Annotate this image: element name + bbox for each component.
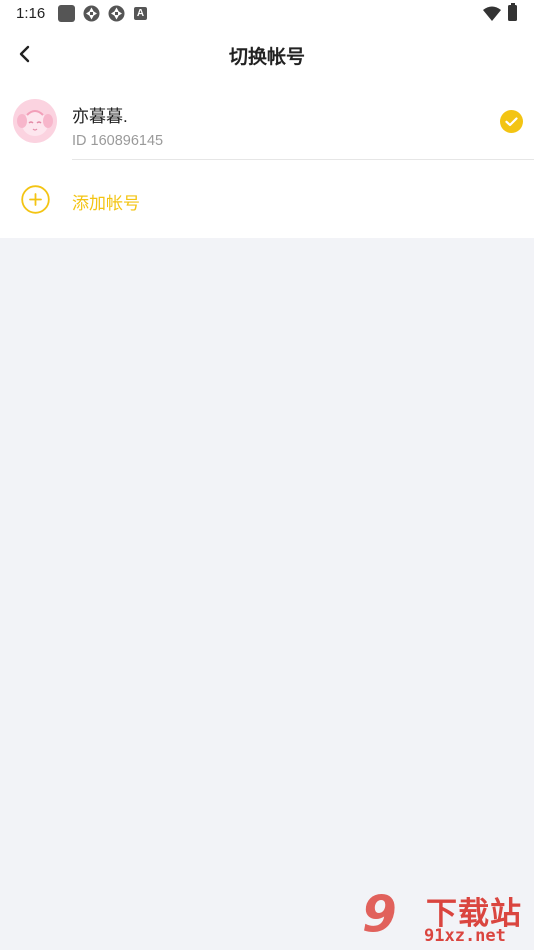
wifi-icon [483,6,501,21]
a-badge-icon: A [134,7,147,20]
aperture-icon [108,5,125,22]
check-circle-icon [500,110,523,133]
add-account-label: 添加帐号 [72,194,140,213]
account-row[interactable]: 亦暮暮. ID 160896145 [0,86,534,159]
top-panel: 1:16 A 切换帐号 亦暮暮. ID 160896145 添加帐号 [0,0,534,238]
app-square-icon [58,5,75,22]
watermark-url: 91xz.net [424,926,506,946]
watermark: 9 下载站 91xz.net [362,884,532,948]
account-name: 亦暮暮. [72,107,128,126]
add-account-button[interactable]: 添加帐号 [0,165,534,235]
avatar-image [13,99,57,143]
account-id: ID 160896145 [72,133,164,149]
divider [72,159,534,160]
battery-icon [508,3,517,21]
plus-circle-icon [21,185,50,214]
aperture-icon [83,5,100,22]
watermark-logo: 9 [362,885,397,943]
status-bar: 1:16 A [0,0,534,28]
page-title: 切换帐号 [228,47,305,68]
status-time: 1:16 [16,5,46,22]
avatar [13,99,57,143]
